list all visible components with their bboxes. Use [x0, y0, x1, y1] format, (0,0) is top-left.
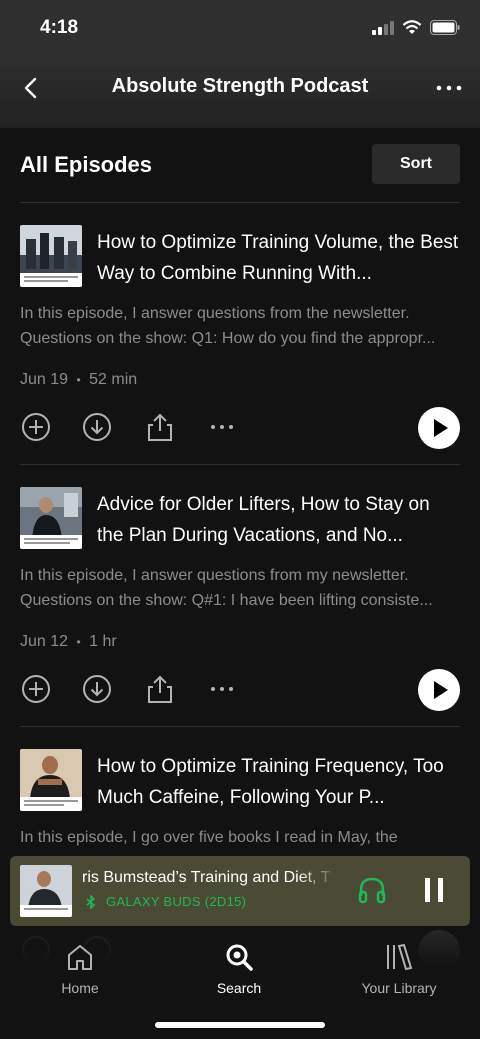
episode-item[interactable]: How to Optimize Training Volume, the Bes… [0, 203, 480, 465]
status-time: 4:18 [40, 17, 79, 38]
episode-title[interactable]: Advice for Older Lifters, How to Stay on… [97, 489, 459, 551]
episode-description: In this episode, I go over five books I … [20, 829, 398, 846]
cellular-signal-icon [372, 20, 394, 35]
meta-separator: • [76, 373, 81, 387]
battery-icon [430, 20, 460, 35]
episode-thumbnail [20, 225, 82, 287]
wifi-icon [402, 20, 422, 34]
connected-device[interactable]: GALAXY BUDS (2D15) [86, 894, 246, 909]
episode-title[interactable]: How to Optimize Training Volume, the Bes… [97, 227, 459, 289]
status-icons [372, 20, 460, 35]
episode-more-icon[interactable] [206, 411, 238, 443]
play-button[interactable] [418, 407, 460, 449]
episode-actions [20, 407, 460, 451]
episode-thumbnail [20, 487, 82, 549]
tab-library[interactable]: Your Library [339, 942, 459, 996]
search-icon [226, 944, 253, 971]
play-icon [434, 681, 448, 699]
tab-label: Your Library [361, 980, 437, 996]
add-icon[interactable] [20, 411, 52, 443]
more-options-icon[interactable] [434, 76, 464, 100]
episode-actions [20, 669, 460, 713]
meta-separator: • [76, 635, 81, 649]
tab-label: Home [61, 980, 99, 996]
play-icon [434, 419, 448, 437]
episode-meta: Jun 12 • 1 hr [20, 633, 117, 651]
device-name: GALAXY BUDS (2D15) [106, 894, 247, 909]
play-button[interactable] [418, 669, 460, 711]
home-indicator [155, 1022, 325, 1028]
add-icon[interactable] [20, 673, 52, 705]
now-playing-title: ris Bumstead’s Training and Diet, T [82, 869, 338, 887]
episode-description: In this episode, I answer questions from… [20, 305, 436, 347]
section-title: All Episodes [20, 152, 153, 177]
headphones-icon[interactable] [356, 874, 388, 906]
library-icon [387, 943, 413, 971]
episode-title[interactable]: How to Optimize Training Frequency, Too … [97, 751, 459, 813]
sort-button[interactable]: Sort [372, 144, 460, 184]
section-header: All Episodes Sort [0, 128, 480, 203]
bluetooth-icon [86, 894, 96, 909]
now-playing-thumbnail [20, 865, 72, 917]
episode-thumbnail [20, 749, 82, 811]
status-bar: 4:18 [0, 0, 480, 56]
episode-more-icon[interactable] [206, 673, 238, 705]
now-playing-bar[interactable]: ris Bumstead’s Training and Diet, T GALA… [10, 856, 470, 926]
episode-meta: Jun 19 • 52 min [20, 371, 137, 389]
share-icon[interactable] [144, 673, 176, 705]
home-icon [68, 945, 92, 970]
pause-icon[interactable] [420, 876, 448, 904]
tab-home[interactable]: Home [20, 942, 140, 996]
header: Absolute Strength Podcast [0, 56, 480, 128]
download-icon[interactable] [81, 411, 113, 443]
page-title: Absolute Strength Podcast [111, 75, 369, 97]
share-icon[interactable] [144, 411, 176, 443]
tab-label: Search [216, 980, 262, 996]
download-icon[interactable] [81, 673, 113, 705]
episode-date: Jun 19 [20, 371, 69, 388]
episode-duration: 1 hr [89, 633, 117, 650]
episode-item[interactable]: Advice for Older Lifters, How to Stay on… [0, 465, 480, 727]
episode-description: In this episode, I answer questions from… [20, 567, 433, 609]
episode-date: Jun 12 [20, 633, 69, 650]
episode-duration: 52 min [89, 371, 138, 388]
tab-search[interactable]: Search [179, 942, 299, 996]
